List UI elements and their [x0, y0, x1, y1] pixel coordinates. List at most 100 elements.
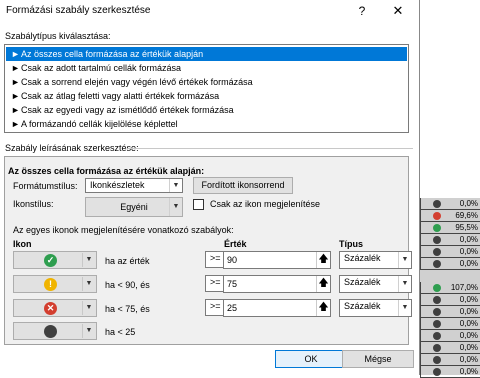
chevron-down-icon: ▼ [398, 252, 411, 268]
sheet-row[interactable]: 0,0% [420, 330, 480, 342]
type-value: Százalék [344, 301, 381, 311]
circle-icon [433, 308, 441, 316]
x-circle-icon [433, 212, 441, 220]
icon-select-row1[interactable]: ✓ ▼ [13, 251, 97, 269]
chevron-down-icon: ▼ [398, 300, 411, 316]
rule-type-item-formula[interactable]: ►A formázandó cellák kijelölése képlette… [6, 117, 407, 131]
range-select-arrow-icon[interactable]: 🡅 [316, 252, 330, 268]
check-circle-icon [433, 284, 441, 292]
operator-value: >= [210, 253, 221, 263]
sheet-row[interactable]: 0,0% [420, 234, 480, 246]
value-text: 75 [227, 279, 238, 289]
arrow-right-icon: ► [11, 63, 20, 73]
circle-icon [433, 356, 441, 364]
sheet-row[interactable]: 0,0% [420, 354, 480, 366]
arrow-right-icon: ► [11, 77, 20, 87]
format-style-value: Ikonkészletek [90, 180, 145, 190]
sheet-row[interactable]: 0,0% [420, 306, 480, 318]
sheet-cell-value: 0,0% [459, 319, 478, 328]
icon-select-row3[interactable]: ✕ ▼ [13, 299, 97, 317]
sheet-row[interactable]: 0,0% [420, 258, 480, 270]
icon-select-row4[interactable]: ▼ [13, 322, 97, 340]
chevron-down-icon: ▼ [82, 324, 95, 338]
format-style-select[interactable]: Ikonkészletek ▼ [85, 178, 183, 193]
arrow-right-icon: ► [11, 91, 20, 101]
circle-icon [433, 332, 441, 340]
icon-style-select[interactable]: Egyéni ▼ [85, 197, 183, 217]
column-header-type: Típus [339, 239, 363, 249]
value-input-row2[interactable]: 75 🡅 [223, 275, 331, 293]
show-icon-only-label: Csak az ikon megjelenítése [210, 199, 321, 209]
icon-select-row2[interactable]: ! ▼ [13, 275, 97, 293]
rule-type-label: Csak az egyedi vagy az ismétlődő értékek… [21, 105, 234, 115]
type-select-row1[interactable]: Százalék ▼ [339, 251, 412, 269]
rule-type-list[interactable]: ►Az összes cella formázása az értékük al… [4, 44, 409, 133]
cancel-button[interactable]: Mégse [342, 350, 414, 368]
value-text: 90 [227, 255, 238, 265]
check-circle-icon: ✓ [44, 254, 57, 267]
chevron-down-icon: ▼ [82, 253, 95, 267]
chevron-down-icon: ▼ [82, 277, 95, 291]
sheet-cell-value: 0,0% [459, 295, 478, 304]
type-select-row3[interactable]: Százalék ▼ [339, 299, 412, 317]
sheet-row[interactable]: 0,0% [420, 318, 480, 330]
sheet-row[interactable]: 0,0% [420, 366, 480, 378]
arrow-right-icon: ► [11, 119, 20, 129]
arrow-right-icon: ► [11, 49, 20, 59]
icon-style-label: Ikonstílus: [13, 199, 54, 209]
sheet-row[interactable]: 95,5% [420, 222, 480, 234]
ok-button[interactable]: OK [275, 350, 347, 368]
rule-type-label: Csak az adott tartalmú cellák formázása [21, 63, 182, 73]
column-header-value: Érték [224, 239, 247, 249]
rule-type-section-label: Szabálytípus kiválasztása: [5, 31, 111, 41]
rule-condition-row4: ha < 25 [105, 327, 136, 337]
close-button[interactable]: ✕ [388, 2, 408, 20]
sheet-row[interactable]: 0,0% [420, 198, 480, 210]
type-value: Százalék [344, 253, 381, 263]
circle-icon [433, 320, 441, 328]
format-style-label: Formátumstílus: [13, 181, 78, 191]
help-button[interactable]: ? [353, 2, 371, 20]
dialog-title: Formázási szabály szerkesztése [6, 5, 151, 16]
range-select-arrow-icon[interactable]: 🡅 [316, 276, 330, 292]
circle-icon [433, 200, 441, 208]
sheet-row[interactable]: 107,0% [420, 282, 480, 294]
range-select-arrow-icon[interactable]: 🡅 [316, 300, 330, 316]
spreadsheet-background: 0,0% 69,6% 95,5% 0,0% 0,0% 0,0% 107,0% 0… [420, 198, 480, 378]
reverse-icon-order-button[interactable]: Fordított ikonsorrend [193, 177, 293, 194]
circle-icon [433, 260, 441, 268]
rule-description-title: Az összes cella formázása az értékük ala… [8, 166, 205, 176]
sheet-cell-value: 0,0% [459, 247, 478, 256]
exclamation-circle-icon: ! [44, 278, 57, 291]
chevron-down-icon: ▼ [169, 198, 182, 216]
sheet-row[interactable]: 0,0% [420, 246, 480, 258]
rule-type-item-contains[interactable]: ►Csak az adott tartalmú cellák formázása [6, 61, 407, 75]
sheet-cell-value: 0,0% [459, 367, 478, 376]
sheet-cell-value: 69,6% [455, 211, 478, 220]
value-input-row1[interactable]: 90 🡅 [223, 251, 331, 269]
x-circle-icon: ✕ [44, 302, 57, 315]
sheet-cell-value: 0,0% [459, 199, 478, 208]
rule-type-label: Csak a sorrend elején vagy végén lévő ér… [21, 77, 253, 87]
arrow-right-icon: ► [11, 105, 20, 115]
sheet-row[interactable]: 0,0% [420, 342, 480, 354]
sheet-row[interactable]: 69,6% [420, 210, 480, 222]
divider [128, 148, 413, 149]
rule-type-item-unique-duplicate[interactable]: ►Csak az egyedi vagy az ismétlődő értéke… [6, 103, 407, 117]
sheet-cell-value: 0,0% [459, 307, 478, 316]
sheet-row[interactable]: 0,0% [420, 294, 480, 306]
column-header-icon: Ikon [13, 239, 32, 249]
type-select-row2[interactable]: Százalék ▼ [339, 275, 412, 293]
rule-type-label: Csak az átlag feletti vagy alatti értéke… [21, 91, 220, 101]
circle-icon [433, 344, 441, 352]
icon-style-value: Egyéni [120, 202, 148, 212]
rule-type-item-top-bottom[interactable]: ►Csak a sorrend elején vagy végén lévő é… [6, 75, 407, 89]
sheet-cell-value: 0,0% [459, 355, 478, 364]
value-input-row3[interactable]: 25 🡅 [223, 299, 331, 317]
operator-value: >= [210, 301, 221, 311]
show-icon-only-checkbox[interactable] [193, 199, 204, 210]
title-bar[interactable]: Formázási szabály szerkesztése ? ✕ [0, 0, 420, 22]
rule-type-item-average[interactable]: ►Csak az átlag feletti vagy alatti érték… [6, 89, 407, 103]
rule-type-item-all-cells[interactable]: ►Az összes cella formázása az értékük al… [6, 47, 407, 61]
circle-icon [433, 236, 441, 244]
